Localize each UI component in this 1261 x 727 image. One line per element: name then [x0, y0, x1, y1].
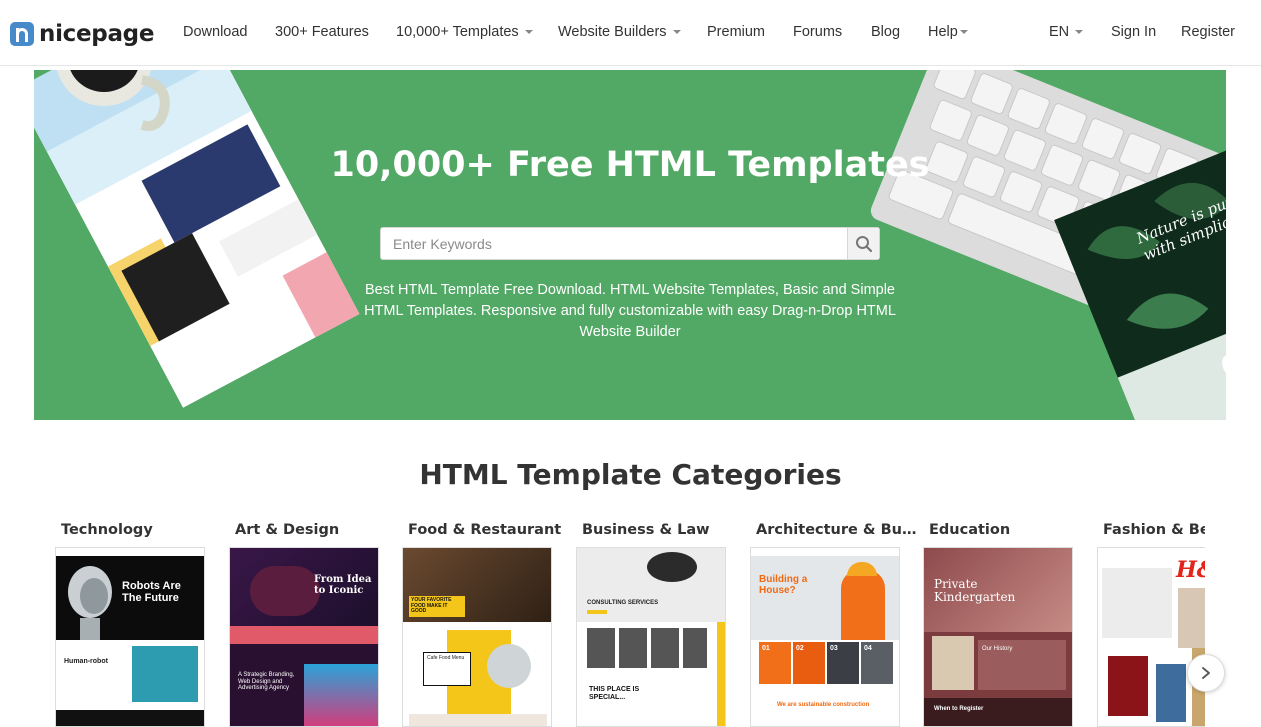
category-thumbnail[interactable]: YOUR FAVORITE FOOD MAKE IT GOOD Cafe Foo…	[402, 547, 552, 727]
sign-in-link[interactable]: Sign In	[1111, 24, 1156, 40]
thumb-subtitle: Cafe Food Menu	[427, 655, 465, 661]
thumb-title: Private Kindergarten	[934, 577, 1016, 605]
categories-carousel: Technology Robots Are The Future Human-r…	[55, 510, 1205, 727]
nav-item-premium[interactable]: Premium	[707, 24, 765, 40]
thumb-title: Building a House?	[759, 574, 808, 596]
search-button[interactable]	[847, 228, 879, 259]
search-box	[380, 227, 880, 260]
category-label: Fashion & Beauty	[1103, 522, 1205, 538]
caret-down-icon	[1075, 30, 1084, 35]
caret-down-icon	[959, 30, 968, 35]
category-thumbnail[interactable]: H&M	[1097, 547, 1205, 727]
nav-item-features[interactable]: 300+ Features	[275, 24, 369, 40]
top-navbar: nicepage Download 300+ Features 10,000+ …	[0, 0, 1261, 66]
categories-heading: HTML Template Categories	[419, 458, 842, 491]
thumb-title: Robots Are The Future	[122, 580, 181, 605]
main-nav: Download 300+ Features 10,000+ Templates…	[0, 0, 1261, 66]
nav-item-website-builders[interactable]: Website Builders	[558, 24, 681, 40]
thumb-subtitle: Our History	[982, 646, 1013, 652]
thumb-title: CONSULTING SERVICES	[587, 600, 659, 606]
category-art-design[interactable]: Art & Design From Idea to Iconic A Strat…	[229, 510, 379, 727]
nav-item-templates[interactable]: 10,000+ Templates	[396, 24, 533, 40]
category-thumbnail[interactable]: Private Kindergarten Our History When to…	[923, 547, 1073, 727]
thumb-title: H&M	[1176, 557, 1205, 583]
thumb-subtitle: We are sustainable construction	[777, 702, 870, 708]
category-technology[interactable]: Technology Robots Are The Future Human-r…	[55, 510, 205, 727]
register-link[interactable]: Register	[1181, 24, 1235, 40]
chevron-right-icon	[1202, 667, 1210, 679]
thumb-title: From Idea to Iconic	[314, 574, 372, 596]
category-thumbnail[interactable]: Building a House? 01 02 03 04 We are sus…	[750, 547, 900, 727]
category-label: Technology	[61, 522, 153, 538]
hero-description: Best HTML Template Free Download. HTML W…	[364, 282, 896, 340]
category-label: Art & Design	[235, 522, 340, 538]
nav-item-download[interactable]: Download	[183, 24, 248, 40]
thumb-footer: When to Register	[934, 706, 984, 712]
thumb-subtitle: A Strategic Branding, Web Design and Adv…	[238, 672, 295, 692]
category-thumbnail[interactable]: From Idea to Iconic A Strategic Branding…	[229, 547, 379, 727]
category-business-law[interactable]: Business & Law CONSULTING SERVICES THIS …	[576, 510, 726, 727]
hero-title: 10,000+ Free HTML Templates	[330, 145, 930, 185]
category-label: Food & Restaurant	[408, 522, 562, 538]
search-icon	[855, 235, 872, 252]
robot-image	[68, 566, 112, 640]
nav-item-blog[interactable]: Blog	[871, 24, 900, 40]
category-fashion-beauty[interactable]: Fashion & Beauty H&M	[1097, 510, 1205, 727]
hero-banner: Nature is pure with simplicity 01 10,000…	[34, 70, 1226, 420]
category-thumbnail[interactable]: CONSULTING SERVICES THIS PLACE IS SPECIA…	[576, 547, 726, 727]
category-label: Education	[929, 522, 1011, 538]
step-02: 02	[793, 642, 825, 684]
nav-item-forums[interactable]: Forums	[793, 24, 842, 40]
category-thumbnail[interactable]: Robots Are The Future Human-robot	[55, 547, 205, 727]
step-03: 03	[827, 642, 859, 684]
caret-down-icon	[524, 30, 533, 35]
step-01: 01	[759, 642, 791, 684]
thumb-title: YOUR FAVORITE FOOD MAKE IT GOOD	[409, 596, 465, 617]
category-food-restaurant[interactable]: Food & Restaurant YOUR FAVORITE FOOD MAK…	[402, 510, 561, 727]
nav-item-help[interactable]: Help	[928, 24, 968, 40]
carousel-next-button[interactable]	[1187, 654, 1225, 692]
coffee-mug-image	[57, 70, 170, 131]
language-selector[interactable]: EN	[1049, 24, 1084, 40]
search-input[interactable]	[381, 228, 847, 259]
category-education[interactable]: Education Private Kindergarten Our Histo…	[923, 510, 1073, 727]
step-04: 04	[861, 642, 893, 684]
category-label: Business & Law	[582, 522, 710, 538]
thumb-subtitle: Human-robot	[64, 658, 108, 665]
category-architecture[interactable]: Architecture & Buil... Building a House?…	[750, 510, 921, 727]
thumb-subtitle: THIS PLACE IS SPECIAL...	[589, 686, 640, 701]
category-label: Architecture & Buil...	[756, 522, 921, 538]
caret-down-icon	[672, 30, 681, 35]
